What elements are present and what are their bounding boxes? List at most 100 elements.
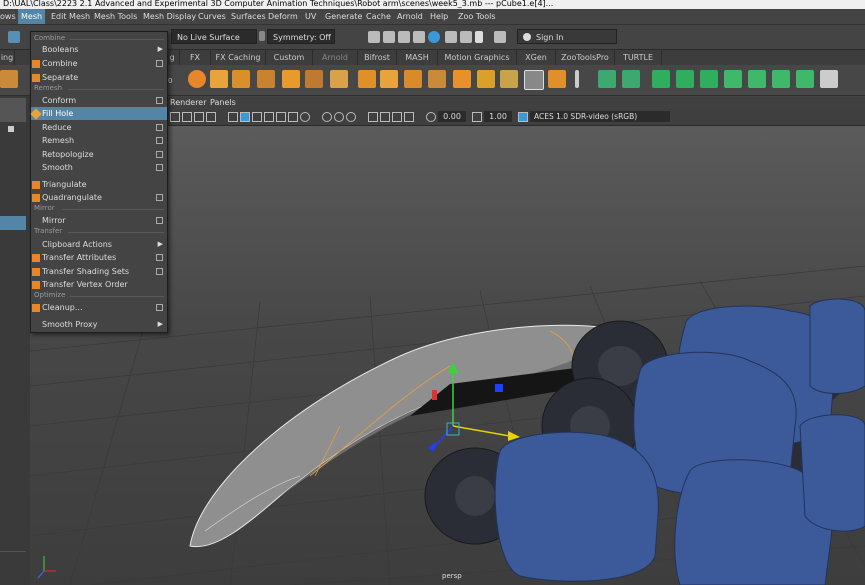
transform-icon[interactable]	[330, 70, 348, 88]
option-box-icon[interactable]	[156, 97, 163, 104]
shelf-tab-fx-caching[interactable]: FX Caching	[211, 50, 266, 65]
shadows-icon[interactable]	[276, 112, 286, 122]
render-sequence-icon[interactable]	[383, 31, 395, 43]
menu-mesh-tools[interactable]: Mesh Tools	[94, 9, 137, 24]
sphere-icon[interactable]	[548, 70, 566, 88]
menu-mesh-display[interactable]: Mesh Display	[143, 9, 196, 24]
sign-in-button[interactable]: Sign In	[517, 29, 617, 44]
lights-icon[interactable]	[264, 112, 274, 122]
menu-curves[interactable]: Curves	[198, 9, 226, 24]
grid-icon[interactable]	[206, 112, 216, 122]
shelf-tab-bifrost[interactable]: Bifrost	[358, 50, 397, 65]
quick-layout[interactable]	[0, 551, 26, 574]
gate-mask-icon[interactable]	[380, 112, 390, 122]
menu-arnold[interactable]: Arnold	[397, 9, 423, 24]
option-box-icon[interactable]	[156, 137, 163, 144]
tool-arrow-icon[interactable]	[8, 126, 14, 132]
select-tool-icon[interactable]	[8, 31, 20, 43]
lattice-icon[interactable]	[796, 70, 814, 88]
mash-network-icon[interactable]	[210, 70, 228, 88]
texture-icon[interactable]	[252, 112, 262, 122]
color-management-icon[interactable]	[518, 112, 528, 122]
frame-icon[interactable]	[524, 70, 544, 90]
menu-deform[interactable]: Deform	[268, 9, 298, 24]
camera-attr-icon[interactable]	[170, 112, 180, 122]
green-torus-icon[interactable]	[748, 70, 766, 88]
shelf-tab-mash[interactable]: MASH	[397, 50, 438, 65]
menu-item-fill-hole[interactable]: Fill Hole	[30, 107, 167, 120]
menu-workspaces[interactable]: ows	[0, 9, 16, 24]
mash-icon[interactable]	[380, 70, 398, 88]
option-box-icon[interactable]	[156, 124, 163, 131]
menu-zoo-tools[interactable]: Zoo Tools	[458, 9, 496, 24]
grid-cube-icon[interactable]	[477, 70, 495, 88]
live-surface-field[interactable]: No Live Surface	[171, 29, 257, 44]
wireframe-icon[interactable]	[228, 112, 238, 122]
field-chart-icon[interactable]	[392, 112, 402, 122]
option-box-icon[interactable]	[156, 194, 163, 201]
menu-item-reduce[interactable]: Reduce	[31, 121, 167, 134]
blend-icon[interactable]	[305, 70, 323, 88]
menu-uv[interactable]: UV	[305, 9, 316, 24]
shelf-tab-custom[interactable]: Custom	[266, 50, 313, 65]
curve-node-icon[interactable]	[257, 70, 275, 88]
xray-icon[interactable]	[334, 112, 344, 122]
motion-trail-icon[interactable]	[188, 70, 206, 88]
render-view-icon[interactable]	[445, 31, 457, 43]
curve-tool-icon[interactable]	[598, 70, 616, 88]
shelf-tab-xgen[interactable]: XGen	[517, 50, 556, 65]
menu-surfaces[interactable]: Surfaces	[231, 9, 266, 24]
menu-item-remesh[interactable]: Remesh	[31, 134, 167, 147]
shelf-tab-fx[interactable]: FX	[180, 50, 211, 65]
checker-icon[interactable]	[772, 70, 790, 88]
toggle-panel-icon[interactable]	[494, 31, 506, 43]
menu-item-smooth-proxy[interactable]: Smooth Proxy ▶	[31, 318, 167, 331]
menu-item-transfer-attributes[interactable]: Transfer Attributes	[31, 251, 167, 264]
green-cube-icon[interactable]	[652, 70, 670, 88]
render-frame-icon[interactable]	[368, 31, 380, 43]
option-box-icon[interactable]	[156, 151, 163, 158]
panel-menu-renderer[interactable]: Renderer	[170, 97, 207, 109]
bifrost-icon[interactable]	[358, 70, 376, 88]
menu-item-conform[interactable]: Conform	[31, 94, 167, 107]
menu-item-cleanup[interactable]: Cleanup...	[31, 301, 167, 314]
smooth-shade-icon[interactable]	[240, 112, 250, 122]
panel-menu-panels[interactable]: Panels	[210, 97, 236, 109]
menu-item-transfer-shading-sets[interactable]: Transfer Shading Sets	[31, 265, 167, 278]
pause-icon[interactable]	[475, 31, 483, 43]
shelf-tab-motion-graphics[interactable]: Motion Graphics	[438, 50, 517, 65]
motion-blur-icon[interactable]	[300, 112, 310, 122]
isolate-icon[interactable]	[322, 112, 332, 122]
ep-curve-icon[interactable]	[622, 70, 640, 88]
option-box-icon[interactable]	[156, 268, 163, 275]
menu-cache[interactable]: Cache	[366, 9, 391, 24]
menu-item-booleans[interactable]: Booleans ▶	[31, 43, 167, 56]
menu-help[interactable]: Help	[430, 9, 448, 24]
distribute-icon[interactable]	[232, 70, 250, 88]
cube-icon[interactable]	[404, 70, 422, 88]
xray-joints-icon[interactable]	[346, 112, 356, 122]
green-sphere-icon[interactable]	[676, 70, 694, 88]
ao-icon[interactable]	[288, 112, 298, 122]
menu-item-retopologize[interactable]: Retopologize	[31, 148, 167, 161]
gamma-icon[interactable]	[472, 112, 482, 122]
pencil-icon[interactable]	[575, 70, 579, 88]
option-box-icon[interactable]	[156, 164, 163, 171]
shelf-left-icon[interactable]	[0, 70, 18, 88]
cube-stack-icon[interactable]	[453, 70, 471, 88]
image-plane-icon[interactable]	[194, 112, 204, 122]
shelf-tab-zootoolspro[interactable]: ZooToolsPro	[556, 50, 615, 65]
option-box-icon[interactable]	[156, 304, 163, 311]
ipr-render-icon[interactable]	[398, 31, 410, 43]
box-icon[interactable]	[428, 70, 446, 88]
menu-generate[interactable]: Generate	[325, 9, 362, 24]
menu-edit-mesh[interactable]: Edit Mesh	[51, 9, 90, 24]
menu-item-combine[interactable]: Combine	[31, 57, 167, 70]
option-box-icon[interactable]	[156, 60, 163, 67]
resolution-gate-icon[interactable]	[368, 112, 378, 122]
exposure-field[interactable]: 0.00	[438, 111, 466, 122]
bookmark-icon[interactable]	[182, 112, 192, 122]
symmetry-dropdown[interactable]: Symmetry: Off	[267, 29, 335, 44]
render-settings-icon[interactable]	[413, 31, 425, 43]
menu-item-clipboard-actions[interactable]: Clipboard Actions ▶	[31, 238, 167, 251]
